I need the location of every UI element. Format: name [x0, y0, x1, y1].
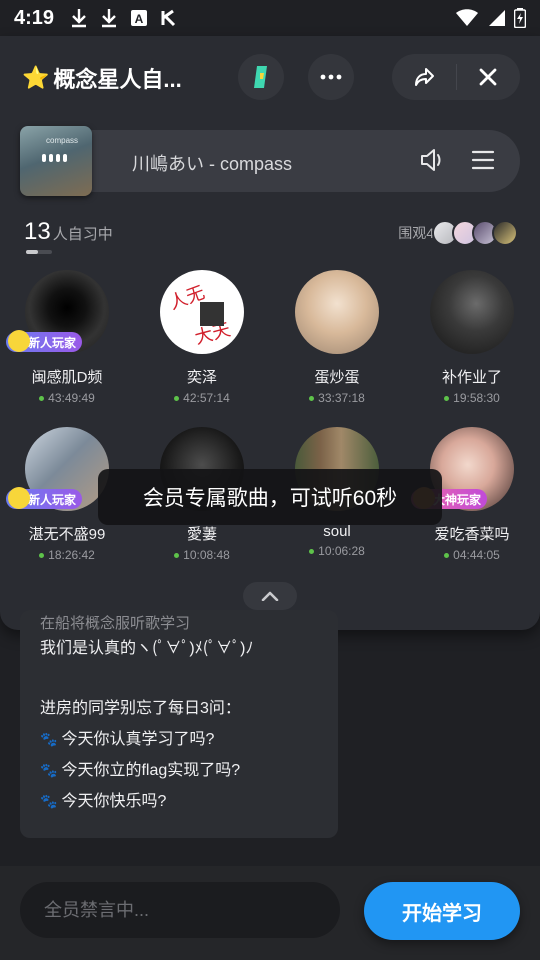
user-name: 奕泽	[186, 369, 217, 386]
online-dot-icon	[444, 395, 450, 401]
online-dot-icon	[174, 395, 180, 401]
paw-icon: 🐾	[40, 731, 58, 747]
card-button[interactable]	[238, 54, 284, 100]
spectators[interactable]: 围观4	[398, 220, 518, 246]
close-icon	[479, 68, 497, 86]
online-dot-icon	[174, 552, 180, 558]
status-bar: 4:19 A	[0, 0, 540, 36]
study-time: 10:06:28	[272, 544, 402, 558]
chat-input[interactable]	[20, 882, 340, 938]
user-card[interactable]: 人无 大天 奕泽 42:57:14	[137, 270, 267, 405]
battery-icon	[514, 8, 526, 28]
notice-question: 🐾 今天你快乐吗?	[40, 786, 318, 817]
collapse-button[interactable]	[243, 582, 297, 610]
room-title-wrap: ⭐ 概念星人自...	[22, 62, 182, 94]
share-button[interactable]	[392, 54, 456, 100]
paw-icon: 🐾	[40, 793, 58, 809]
avatar: 人无 大天	[160, 270, 244, 354]
download-icon	[98, 7, 120, 29]
playlist-icon[interactable]	[470, 146, 496, 174]
new-player-badge: 新人玩家	[6, 330, 83, 352]
user-name: 补作业了	[441, 369, 502, 386]
study-time: 42:57:14	[137, 391, 267, 405]
spectators-label: 围观4	[398, 225, 434, 241]
app-k-icon	[158, 7, 180, 29]
online-dot-icon	[309, 548, 315, 554]
notice-question: 🐾 今天你认真学习了吗?	[40, 724, 318, 755]
user-name: 愛萋	[186, 526, 217, 543]
online-dot-icon	[309, 395, 315, 401]
user-card[interactable]: 蛋炒蛋 33:37:18	[272, 270, 402, 405]
toast-message: 会员专属歌曲，可试听60秒	[98, 469, 442, 525]
wifi-icon	[456, 9, 478, 26]
star-icon: ⭐	[22, 65, 50, 90]
album-label: compass	[46, 136, 79, 145]
page-indicator	[26, 250, 52, 254]
online-dot-icon	[39, 395, 45, 401]
room-notice: 在船将概念服听歌学习 我们是认真的ヽ(ﾟ∀ﾟ)ﾒ(ﾟ∀ﾟ)ﾉ 进房的同学别忘了每…	[20, 610, 338, 838]
bottom-bar: 开始学习	[0, 866, 540, 960]
share-icon	[414, 68, 434, 86]
study-time: 04:44:05	[407, 548, 537, 562]
share-close-group	[392, 54, 520, 100]
user-name: 湛无不盛99	[28, 526, 106, 543]
user-name: soul	[323, 523, 351, 540]
volume-icon[interactable]	[418, 146, 446, 174]
notice-line: 我们是认真的ヽ(ﾟ∀ﾟ)ﾒ(ﾟ∀ﾟ)ﾉ	[40, 640, 254, 657]
study-count: 13 人自习中	[24, 218, 113, 246]
user-name: 蛋炒蛋	[314, 369, 360, 386]
online-dot-icon	[39, 552, 45, 558]
avatar	[295, 270, 379, 354]
music-player[interactable]: compass 川嶋あい - compass	[20, 126, 520, 196]
study-count-label: 人自习中	[52, 226, 113, 243]
room-title[interactable]: 概念星人自...	[53, 62, 181, 94]
user-name: 爱吃香菜吗	[434, 526, 510, 543]
user-card[interactable]: 补作业了 19:58:30	[407, 270, 537, 405]
notice-line: 进房的同学别忘了每日3问：	[40, 700, 241, 717]
more-icon	[320, 74, 342, 80]
signal-icon	[489, 10, 505, 26]
room-header: ⭐ 概念星人自...	[0, 36, 540, 116]
download-icon	[68, 7, 90, 29]
notice-cut-line: 在船将概念服听歌学习	[40, 615, 191, 632]
song-title: 川嶋あい - compass	[132, 154, 293, 174]
album-cover[interactable]: compass	[20, 126, 92, 196]
smile-icon	[8, 330, 30, 352]
playing-indicator-icon	[42, 154, 67, 162]
online-dot-icon	[444, 552, 450, 558]
study-time: 43:49:49	[2, 391, 132, 405]
avatar	[430, 270, 514, 354]
app-a-icon: A	[128, 7, 150, 29]
status-time: 4:19	[14, 6, 55, 29]
study-count-number: 13	[24, 218, 51, 245]
status-right	[456, 8, 526, 28]
study-time: 10:08:48	[137, 548, 267, 562]
room-panel: ⭐ 概念星人自... compass 川嶋あい - compass 13 人自习…	[0, 36, 540, 630]
user-name: 闽感肌D频	[31, 369, 103, 386]
card-icon	[254, 66, 267, 88]
svg-text:A: A	[135, 12, 144, 26]
avatar	[492, 220, 518, 246]
start-study-button[interactable]: 开始学习	[364, 882, 520, 940]
new-player-badge: 新人玩家	[6, 487, 83, 509]
study-time: 18:26:42	[2, 548, 132, 562]
user-card[interactable]: 新人玩家 闽感肌D频 43:49:49	[2, 270, 132, 405]
chevron-up-icon	[261, 591, 279, 601]
smile-icon	[8, 487, 30, 509]
close-button[interactable]	[457, 54, 521, 100]
more-button[interactable]	[308, 54, 354, 100]
study-time: 19:58:30	[407, 391, 537, 405]
notice-question: 🐾 今天你立的flag实现了吗?	[40, 755, 318, 786]
paw-icon: 🐾	[40, 762, 58, 778]
study-time: 33:37:18	[272, 391, 402, 405]
